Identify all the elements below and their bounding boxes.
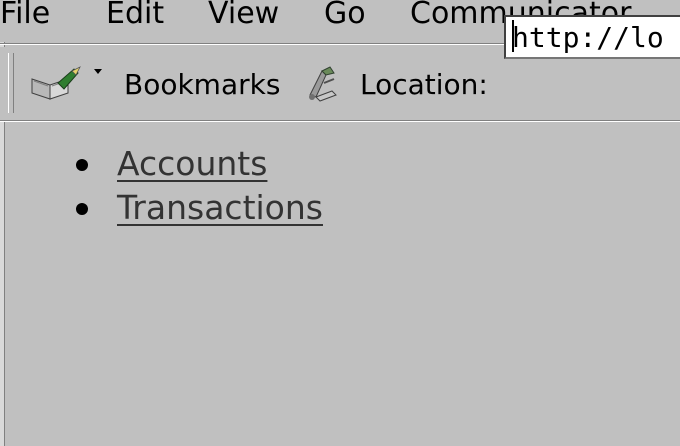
- location-label: Location:: [360, 68, 488, 101]
- bullet: [76, 203, 88, 215]
- toolbar-grip-handle[interactable]: [8, 53, 14, 113]
- text-caret: [512, 20, 514, 52]
- menu-file[interactable]: File: [0, 0, 50, 36]
- bookmarks-icon[interactable]: [28, 65, 118, 101]
- page-content: Accounts Transactions: [6, 124, 680, 446]
- menu-view[interactable]: View: [208, 0, 279, 36]
- accounts-link[interactable]: Accounts: [117, 142, 267, 186]
- menu-go[interactable]: Go: [324, 0, 366, 36]
- location-url-input[interactable]: [504, 15, 680, 59]
- transactions-link[interactable]: Transactions: [117, 186, 323, 230]
- bookmarks-button[interactable]: Bookmarks: [124, 67, 280, 103]
- toolbar-separator: [0, 120, 680, 122]
- menu-edit[interactable]: Edit: [106, 0, 164, 36]
- location-icon[interactable]: [302, 65, 342, 103]
- bullet: [76, 159, 88, 171]
